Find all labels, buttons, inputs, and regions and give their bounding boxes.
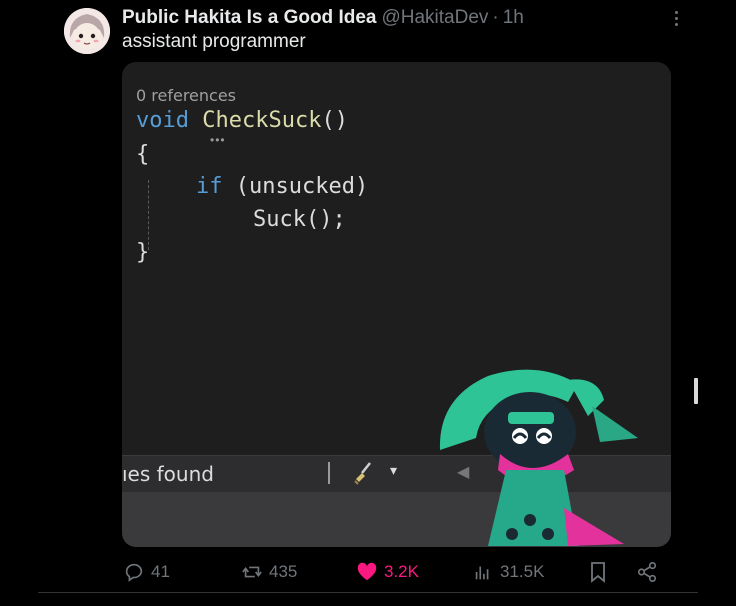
code-references: 0 references [136,86,236,105]
views-button[interactable]: 31.5K [472,556,544,588]
code-parens: () [321,108,348,133]
code-keyword-void: void [136,108,189,133]
like-button[interactable]: 3.2K [356,556,419,588]
more-icon[interactable] [664,8,688,28]
separator: · [492,7,499,28]
reply-icon [125,563,143,582]
scroll-indicator[interactable] [694,378,698,404]
repost-icon [242,566,262,578]
tweet-text: assistant programmer [122,31,306,52]
code-condition: (unsucked) [222,174,369,199]
tweet-media[interactable]: 0 references void CheckSuck() ••• { if (… [122,62,671,547]
tweet-actions: 41 435 3.2K 31.5K [0,556,736,588]
tweet-divider [38,592,698,593]
views-icon [475,566,489,580]
reply-button[interactable]: 41 [123,556,170,588]
heart-icon [357,562,377,581]
repost-button[interactable]: 435 [241,556,297,588]
timestamp[interactable]: 1h [503,7,524,29]
avatar-image [64,8,110,54]
views-count: 31.5K [500,562,545,581]
repost-count: 435 [269,562,298,581]
display-name[interactable]: Public Hakita Is a Good Idea [122,7,376,29]
code-line-signature: void CheckSuck() [136,108,348,133]
status-divider [328,462,330,484]
reply-count: 41 [151,562,170,581]
broom-icon[interactable] [352,460,378,492]
code-close-brace: } [136,240,150,265]
avatar[interactable] [64,8,110,54]
share-button[interactable] [636,556,658,588]
chevron-down-icon[interactable]: ▾ [390,462,397,479]
code-function-name: CheckSuck [202,108,322,133]
code-hint-dots: ••• [210,133,226,147]
tweet-header: Public Hakita Is a Good Idea @HakitaDev … [122,6,682,30]
share-icon [637,562,657,582]
status-text: ıes found [122,462,214,486]
code-line-if: if (unsucked) [196,174,368,199]
character-illustration [439,369,638,546]
code-open-brace: { [136,142,150,167]
bookmark-icon [591,562,605,583]
code-keyword-if: if [196,174,223,199]
user-handle[interactable]: @HakitaDev [381,7,488,29]
like-count: 3.2K [384,562,419,581]
bookmark-button[interactable] [588,556,608,588]
code-line-call: Suck(); [253,207,346,232]
